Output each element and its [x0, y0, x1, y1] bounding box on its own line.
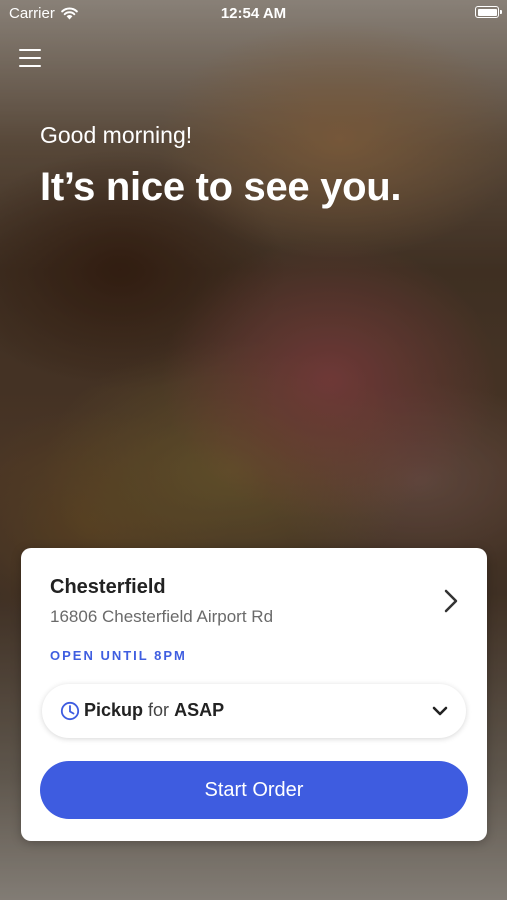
clock-time: 12:54 AM — [220, 5, 287, 22]
start-order-button[interactable]: Start Order — [40, 761, 468, 819]
location-address[interactable]: 16806 Chesterfield Airport Rd — [50, 607, 273, 627]
order-mode-text: Pickup for ASAP — [84, 700, 224, 721]
chevron-right-icon[interactable] — [441, 588, 461, 614]
order-time-value: ASAP — [174, 700, 225, 720]
greeting-text: Good morning! — [40, 122, 193, 148]
chevron-down-icon — [432, 706, 448, 716]
location-name[interactable]: Chesterfield — [50, 576, 166, 599]
headline-text: It’s nice to see you. — [40, 165, 402, 209]
order-mode-value: Pickup — [84, 700, 144, 720]
menu-icon[interactable] — [19, 49, 41, 67]
location-hours: OPEN UNTIL 8PM — [50, 648, 187, 663]
status-bar: Carrier 12:54 AM — [0, 0, 507, 28]
order-mode-connector: for — [148, 700, 170, 720]
battery-icon — [475, 6, 502, 18]
order-mode-selector[interactable]: Pickup for ASAP — [42, 684, 466, 738]
clock-icon — [60, 701, 80, 721]
location-card: Chesterfield 16806 Chesterfield Airport … — [21, 548, 487, 841]
